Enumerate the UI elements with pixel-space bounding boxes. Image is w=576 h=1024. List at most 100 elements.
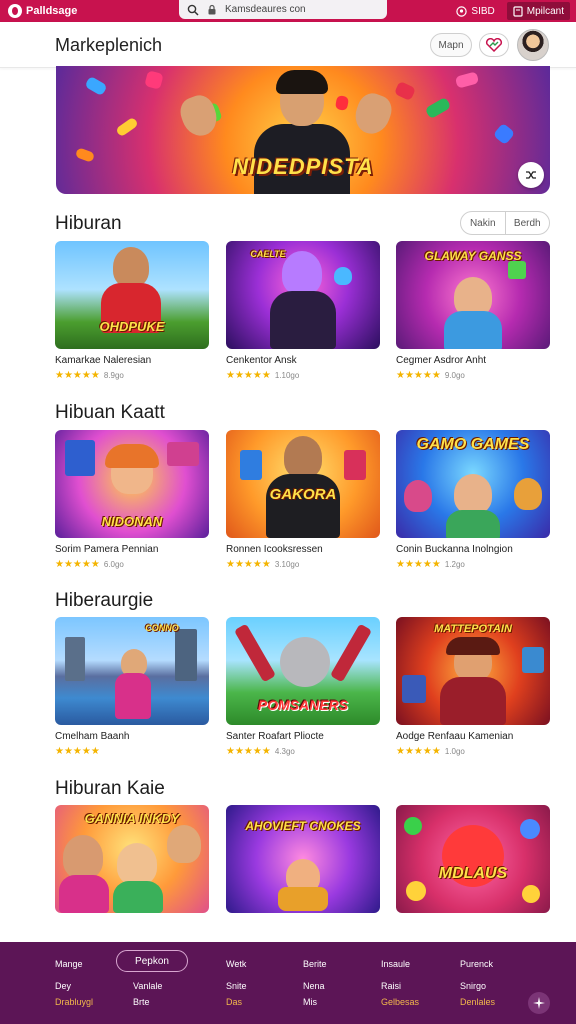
game-card[interactable]: OHDPUKE Kamarkae Naleresian ★★★★★ 8.9go [55,241,209,381]
footer-link[interactable]: Mange [55,956,93,972]
game-thumbnail: NIDONAN [55,430,209,538]
section-title: Hiburan [55,213,122,234]
account-icon [456,5,468,17]
footer-link[interactable]: Snite [226,978,247,994]
game-thumbnail: GAMO GAMES [396,430,550,538]
thumbnail-caption: NIDONAN [101,514,163,529]
segmented-control: Nakin Berdh [460,211,550,235]
sparkle-button[interactable] [528,992,550,1014]
game-title: Sorim Pamera Pennian [55,544,159,555]
hero-decor [84,75,108,97]
game-title: Kamarkae Naleresian [55,355,152,366]
hero-decor [424,96,452,120]
footer-link[interactable]: Dey [55,978,93,994]
thumbnail-caption: MDLAUS [438,865,508,882]
thumbnail-caption: MATTEPOTAIN [434,623,512,635]
footer-link[interactable]: Das [226,994,247,1010]
hero-decor [115,116,139,138]
brand-logo-icon [8,4,22,18]
game-title: Ronnen Icooksressen [226,544,323,555]
hero-banner[interactable]: NIDEDPISTA [56,66,550,194]
footer-link[interactable]: Purenck [460,956,495,972]
footer-link[interactable]: Raisi [381,978,419,994]
lock-icon [208,4,216,15]
game-card[interactable]: GAMO GAMES Conin Buckanna Inolngion ★★★★… [396,430,550,570]
footer-link[interactable]: Insaule [381,956,419,972]
top-action-menu-label: Mpilcant [526,5,564,17]
game-card[interactable]: MATTEPOTAIN Aodge Renfaau Kamenian ★★★★★… [396,617,550,757]
map-button[interactable]: Mapn [430,33,472,57]
address-bar[interactable]: Kamsdeaures con [179,0,387,19]
thumbnail-caption: OHDPUKE [99,319,165,334]
footer-link[interactable]: Denlales [460,994,495,1010]
footer-link[interactable]: Drabluygl [55,994,93,1010]
star-rating-icon: ★★★★★ [396,746,441,757]
star-rating-icon: ★★★★★ [55,370,100,381]
game-thumbnail: POMSANERS [226,617,380,725]
thumbnail-caption: POMSANERS [257,697,349,713]
rating-value: 9.0go [444,371,465,380]
footer-button[interactable]: Pepkon [116,950,188,972]
section-title: Hibuan Kaatt [55,402,165,423]
star-rating-icon: ★★★★★ [226,559,271,570]
footer-link[interactable]: Brte [133,994,162,1010]
footer-link[interactable]: Snirgo [460,978,495,994]
document-icon [513,5,523,17]
footer-link[interactable]: Gelbesas [381,994,419,1010]
game-thumbnail: GAKORA [226,430,380,538]
game-thumbnail: MDLAUS [396,805,550,913]
url-text: Kamsdeaures con [225,4,306,15]
hero-decor [144,70,164,90]
rating-value: 8.9go [103,371,124,380]
hero-decor [492,122,516,146]
footer-link[interactable]: Vanlale [133,978,162,994]
game-thumbnail: OHDPUKE [55,241,209,349]
thumbnail-caption: GLAWAY GANSS [424,249,522,263]
section-title: Hiburan Kaie [55,778,165,799]
game-card[interactable]: GLAWAY GANSS Cegmer Asdror Anht ★★★★★ 9.0… [396,241,550,381]
hero-hand-right [350,89,396,139]
game-card[interactable]: NIDONAN Sorim Pamera Pennian ★★★★★ 6.0go [55,430,209,570]
app-header: Markeplenich Mapn [0,22,576,68]
footer-column: Berite Nena Mis [303,956,327,1010]
rating-value: 3.10go [274,560,300,569]
footer-link[interactable]: Wetk [226,956,247,972]
thumbnail-caption: AHOVIEFT CNOKES [245,819,361,833]
game-card[interactable]: CAELTE Cenkentor Ansk ★★★★★ 1.10go [226,241,380,381]
footer-column: Wetk Snite Das [226,956,247,1010]
game-title: Cmelham Baanh [55,731,130,742]
rating-value: 6.0go [103,560,124,569]
favorites-button[interactable] [479,33,509,57]
footer-column: Purenck Snirgo Denlales [460,956,495,1010]
game-card[interactable]: POMSANERS Santer Roafart Pliocte ★★★★★ 4.… [226,617,380,757]
avatar[interactable] [517,29,549,61]
search-icon [187,4,199,16]
footer-link[interactable]: Mis [303,994,327,1010]
shuffle-button[interactable] [518,162,544,188]
thumbnail-caption: GANNIA INKDY [84,811,180,826]
footer-column: Mange Dey Drabluygl [55,956,93,1010]
thumbnail-caption: GAMO GAMES [416,436,530,453]
game-card[interactable]: GAKORA Ronnen Icooksressen ★★★★★ 3.10go [226,430,380,570]
brand-logo[interactable]: Palldsage [8,4,168,18]
game-title: Cegmer Asdror Anht [396,355,487,366]
game-card[interactable]: AHOVIEFT CNOKES [226,805,380,913]
game-card[interactable]: GANNIA INKDY [55,805,209,913]
top-action-menu[interactable]: Mpilcant [506,2,570,20]
game-card[interactable]: MDLAUS [396,805,550,913]
game-card[interactable]: CONNO Cmelham Baanh ★★★★★ [55,617,209,757]
segment-left[interactable]: Nakin [461,212,505,234]
page-title: Markeplenich [55,35,163,55]
hero-title: NIDEDPISTA [232,154,374,179]
game-thumbnail: MATTEPOTAIN [396,617,550,725]
segment-right[interactable]: Berdh [504,212,550,234]
footer-link[interactable]: Nena [303,978,327,994]
star-rating-icon: ★★★★★ [226,746,271,757]
hero-decor [393,80,417,102]
top-action-account[interactable]: SIBD [450,4,500,19]
rating-value: 1.2go [444,560,465,569]
game-thumbnail: GLAWAY GANSS [396,241,550,349]
thumbnail-caption: CAELTE [250,249,286,259]
footer-link[interactable]: Berite [303,956,327,972]
sparkle-icon [533,997,545,1009]
